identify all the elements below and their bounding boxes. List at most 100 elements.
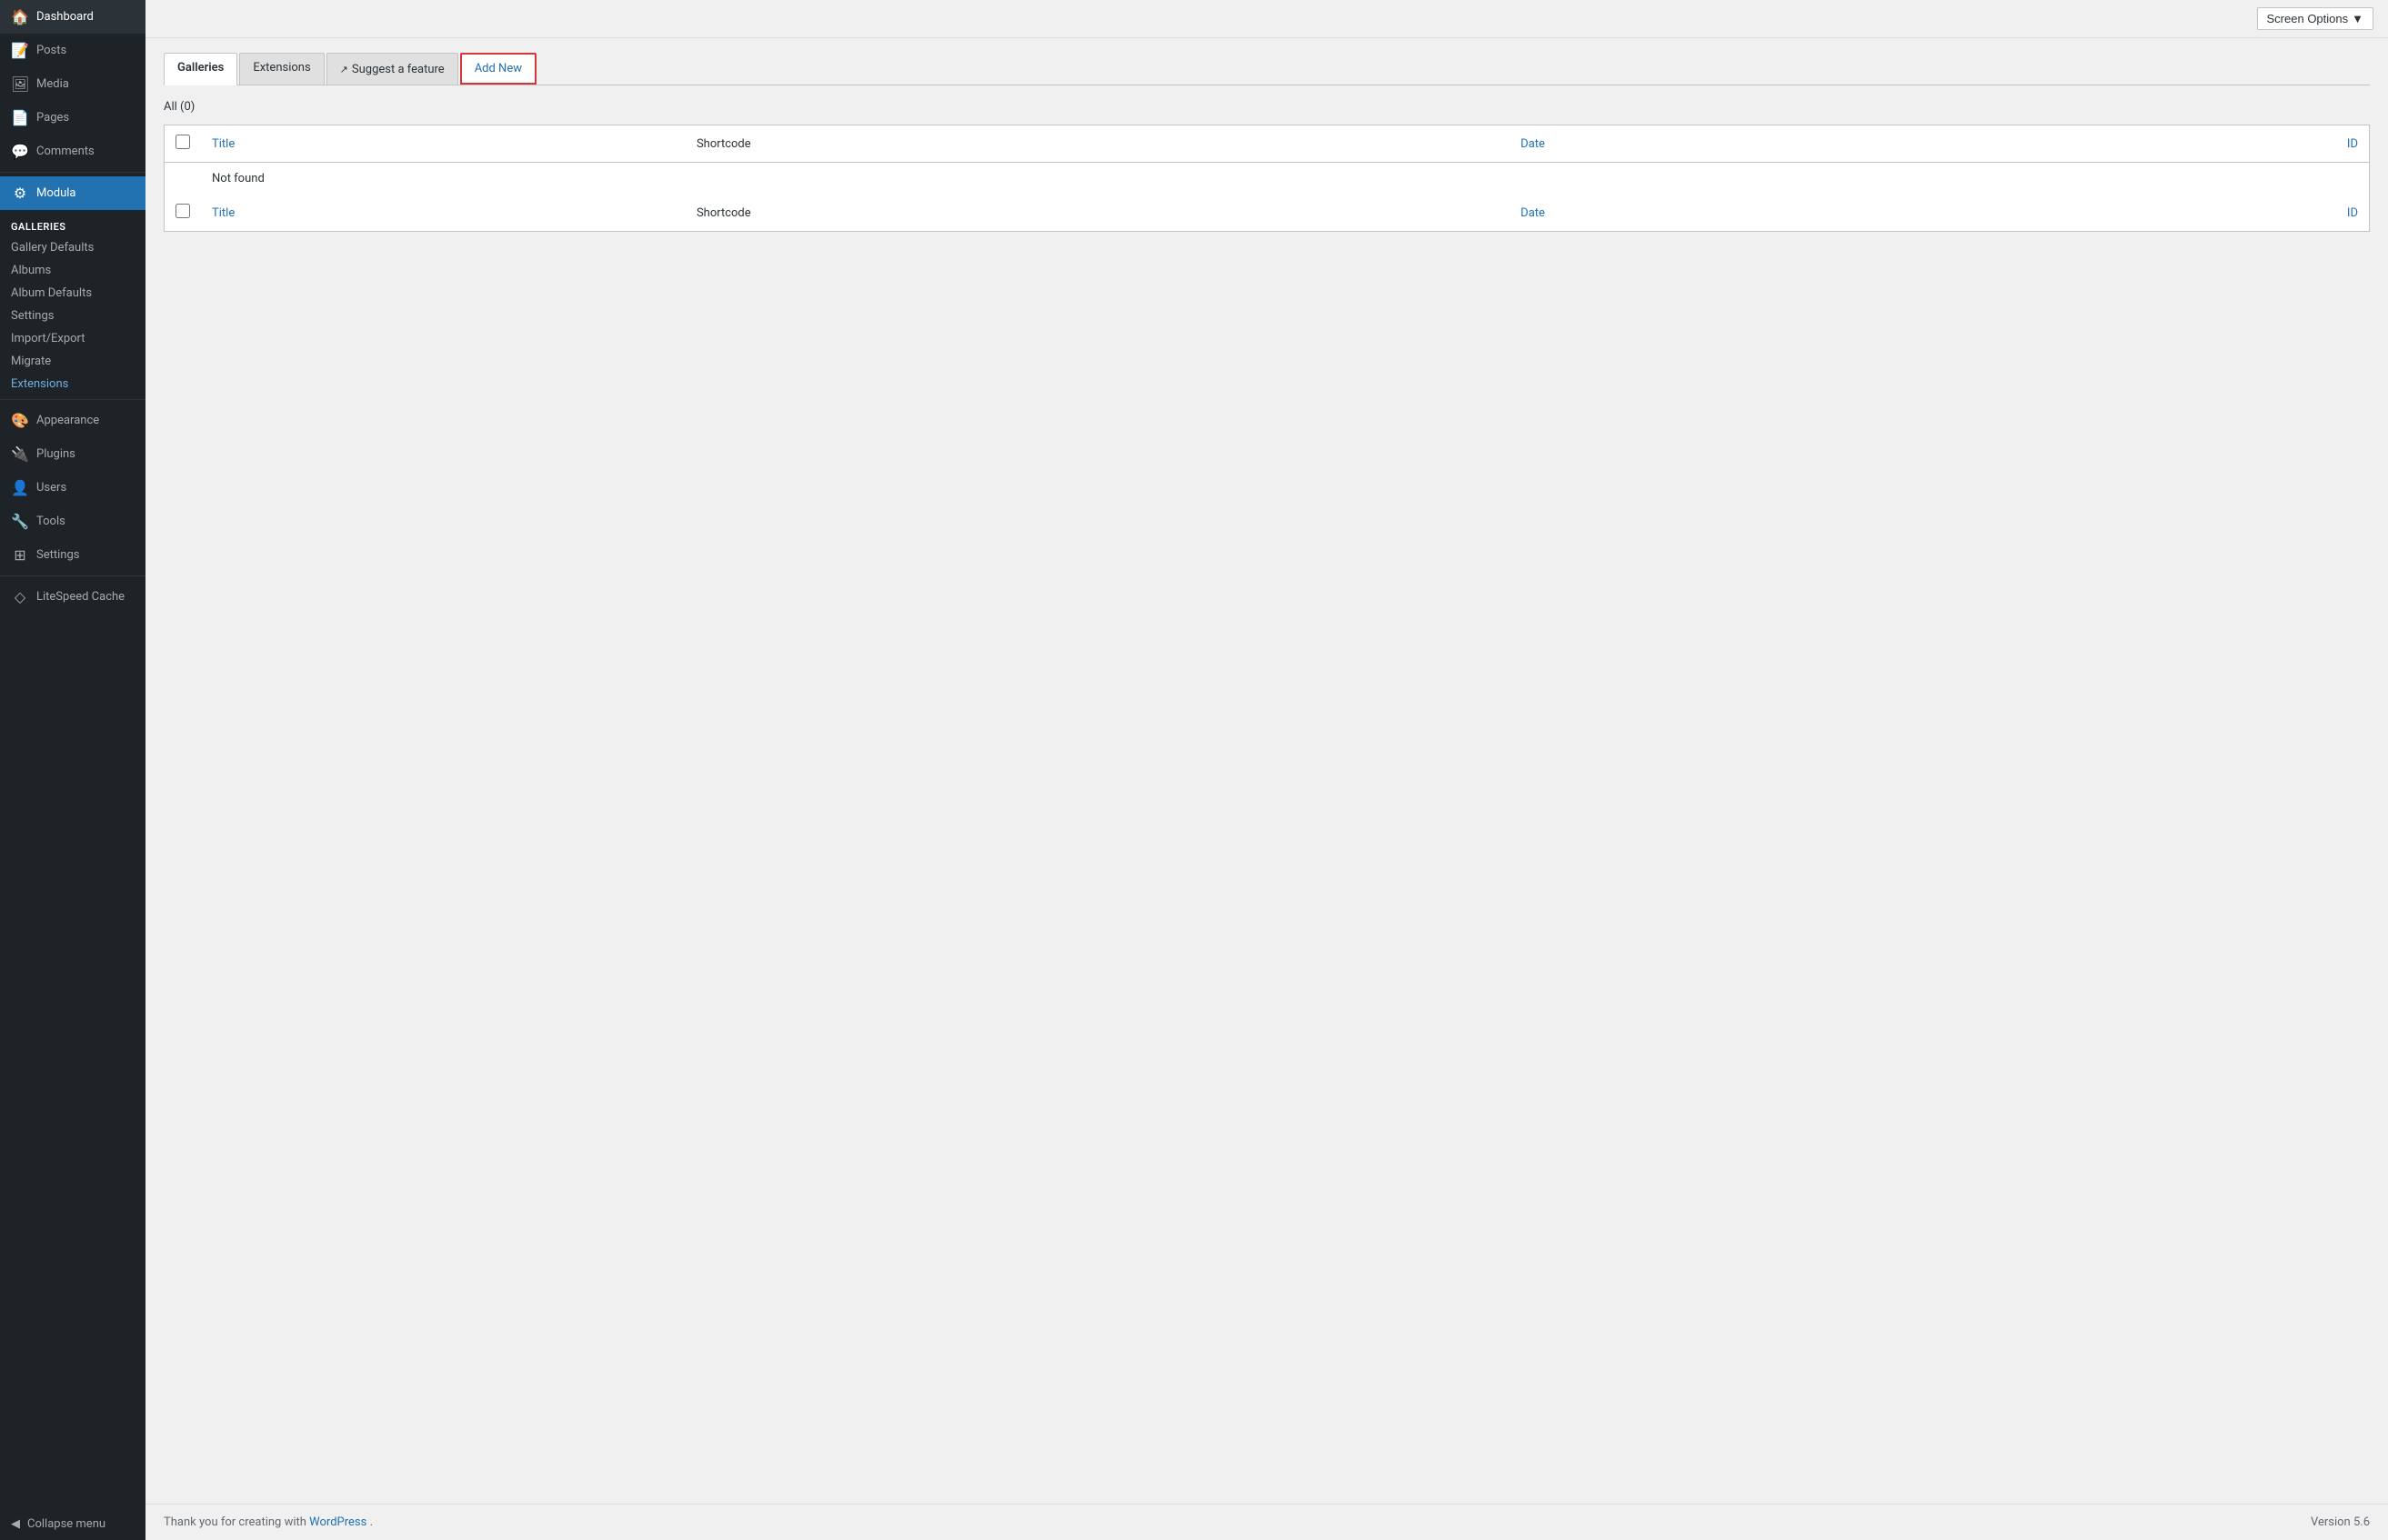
all-text: All xyxy=(164,100,177,114)
all-number: (0) xyxy=(180,100,195,114)
galleries-table: Title Shortcode Date ID Not found xyxy=(164,125,2370,232)
settings-icon: ⊞ xyxy=(11,546,29,564)
sidebar-item-modula[interactable]: ⚙ Modula xyxy=(0,176,145,210)
table-row-not-found: Not found xyxy=(165,163,2370,195)
th-shortcode-label: Shortcode xyxy=(697,137,751,151)
appearance-icon: 🎨 xyxy=(11,412,29,429)
plugins-icon: 🔌 xyxy=(11,445,29,463)
sidebar-item-label: Settings xyxy=(36,548,79,562)
sidebar-item-label: Pages xyxy=(36,111,69,125)
sidebar-item-litespeed[interactable]: ◇ LiteSpeed Cache xyxy=(0,580,145,614)
td-not-found: Not found xyxy=(201,163,2370,195)
sidebar-sub-item-migrate[interactable]: Migrate xyxy=(0,350,145,373)
tfoot-th-shortcode: Shortcode xyxy=(686,195,1510,232)
footer-period: . xyxy=(370,1515,373,1529)
sidebar-item-settings[interactable]: ⊞ Settings xyxy=(0,538,145,572)
tfoot-th-checkbox xyxy=(165,195,202,232)
sidebar-divider-2 xyxy=(0,399,145,400)
tab-suggest-feature[interactable]: ↗ Suggest a feature xyxy=(326,53,458,85)
sidebar-item-label: Tools xyxy=(36,515,65,528)
tfoot-th-title[interactable]: Title xyxy=(201,195,686,232)
tab-add-new-label: Add New xyxy=(475,62,522,75)
screen-options-button[interactable]: Screen Options ▼ xyxy=(2257,7,2373,30)
sidebar-item-label: LiteSpeed Cache xyxy=(36,590,125,604)
sidebar-item-label: Comments xyxy=(36,145,95,158)
tab-add-new[interactable]: Add New xyxy=(460,53,537,85)
external-link-icon: ↗ xyxy=(340,64,348,75)
footer-thank-you: Thank you for creating with WordPress . xyxy=(164,1515,373,1529)
sidebar-item-label: Modula xyxy=(36,186,76,200)
page-content: Galleries Extensions ↗ Suggest a feature… xyxy=(145,38,2388,1504)
th-title[interactable]: Title xyxy=(201,125,686,163)
collapse-menu-button[interactable]: ◀ Collapse menu xyxy=(0,1508,145,1540)
select-all-footer-checkbox[interactable] xyxy=(176,204,190,218)
tab-extensions[interactable]: Extensions xyxy=(239,53,324,85)
sidebar-item-label: Plugins xyxy=(36,447,75,461)
sidebar-sub-item-albums[interactable]: Albums xyxy=(0,259,145,282)
th-id-label: ID xyxy=(2347,137,2358,151)
sidebar-item-users[interactable]: 👤 Users xyxy=(0,471,145,505)
th-checkbox xyxy=(165,125,202,163)
tfoot-th-shortcode-label: Shortcode xyxy=(697,206,751,220)
th-id[interactable]: ID xyxy=(2010,125,2370,163)
tfoot-th-date-label: Date xyxy=(1520,206,1545,220)
table-header-row: Title Shortcode Date ID xyxy=(165,125,2370,163)
collapse-menu-label: Collapse menu xyxy=(27,1517,105,1531)
screen-options-label: Screen Options xyxy=(2267,12,2349,25)
posts-icon: 📝 xyxy=(11,42,29,59)
tfoot-th-title-label: Title xyxy=(212,206,235,220)
select-all-checkbox[interactable] xyxy=(176,135,190,149)
dashboard-icon: 🏠 xyxy=(11,8,29,25)
footer-wp-link[interactable]: WordPress xyxy=(309,1515,366,1529)
th-shortcode: Shortcode xyxy=(686,125,1510,163)
collapse-arrow-icon: ◀ xyxy=(11,1517,20,1531)
tab-extensions-label: Extensions xyxy=(253,61,310,75)
sidebar-item-label: Appearance xyxy=(36,414,99,427)
sidebar-item-plugins[interactable]: 🔌 Plugins xyxy=(0,437,145,471)
litespeed-icon: ◇ xyxy=(11,588,29,605)
sidebar-item-comments[interactable]: 💬 Comments xyxy=(0,135,145,168)
td-check-empty xyxy=(165,163,202,195)
tfoot-th-id-label: ID xyxy=(2347,206,2358,220)
tab-suggest-label: Suggest a feature xyxy=(352,63,445,76)
galleries-section-header: Galleries xyxy=(0,210,145,236)
th-title-label: Title xyxy=(212,137,235,151)
sidebar-divider-1 xyxy=(0,172,145,173)
comments-icon: 💬 xyxy=(11,143,29,160)
users-icon: 👤 xyxy=(11,479,29,496)
sidebar-item-label: Posts xyxy=(36,44,66,57)
sidebar-sub-item-album-defaults[interactable]: Album Defaults xyxy=(0,282,145,305)
screen-options-arrow-icon: ▼ xyxy=(2352,12,2363,25)
th-date[interactable]: Date xyxy=(1510,125,2009,163)
modula-icon: ⚙ xyxy=(11,185,29,202)
sidebar-item-appearance[interactable]: 🎨 Appearance xyxy=(0,404,145,437)
tfoot-th-id[interactable]: ID xyxy=(2010,195,2370,232)
footer-version: Version 5.6 xyxy=(2311,1515,2370,1529)
tab-galleries[interactable]: Galleries xyxy=(164,53,237,85)
sidebar-divider-3 xyxy=(0,575,145,576)
sidebar-sub-item-extensions[interactable]: Extensions xyxy=(0,373,145,395)
media-icon: 🖼 xyxy=(11,75,29,93)
sidebar: 🏠 Dashboard 📝 Posts 🖼 Media 📄 Pages 💬 Co… xyxy=(0,0,145,1540)
sidebar-item-label: Users xyxy=(36,481,66,495)
sidebar-item-media[interactable]: 🖼 Media xyxy=(0,67,145,101)
footer-thank-you-text: Thank you for creating with xyxy=(164,1515,309,1529)
tools-icon: 🔧 xyxy=(11,513,29,530)
tfoot-th-date[interactable]: Date xyxy=(1510,195,2009,232)
sidebar-item-label: Media xyxy=(36,77,69,91)
sidebar-sub-item-import-export[interactable]: Import/Export xyxy=(0,327,145,350)
sidebar-item-pages[interactable]: 📄 Pages xyxy=(0,101,145,135)
sidebar-item-posts[interactable]: 📝 Posts xyxy=(0,34,145,67)
tab-bar: Galleries Extensions ↗ Suggest a feature… xyxy=(164,53,2370,85)
sidebar-sub-item-gallery-defaults[interactable]: Gallery Defaults xyxy=(0,236,145,259)
sidebar-sub-item-settings[interactable]: Settings xyxy=(0,305,145,327)
pages-icon: 📄 xyxy=(11,109,29,126)
sidebar-item-dashboard[interactable]: 🏠 Dashboard xyxy=(0,0,145,34)
topbar: Screen Options ▼ xyxy=(145,0,2388,38)
main-content-area: Screen Options ▼ Galleries Extensions ↗ … xyxy=(145,0,2388,1540)
page-footer: Thank you for creating with WordPress . … xyxy=(145,1504,2388,1540)
sidebar-item-tools[interactable]: 🔧 Tools xyxy=(0,505,145,538)
sidebar-item-label: Dashboard xyxy=(36,10,94,24)
table-footer-row: Title Shortcode Date ID xyxy=(165,195,2370,232)
th-date-label: Date xyxy=(1520,137,1545,151)
